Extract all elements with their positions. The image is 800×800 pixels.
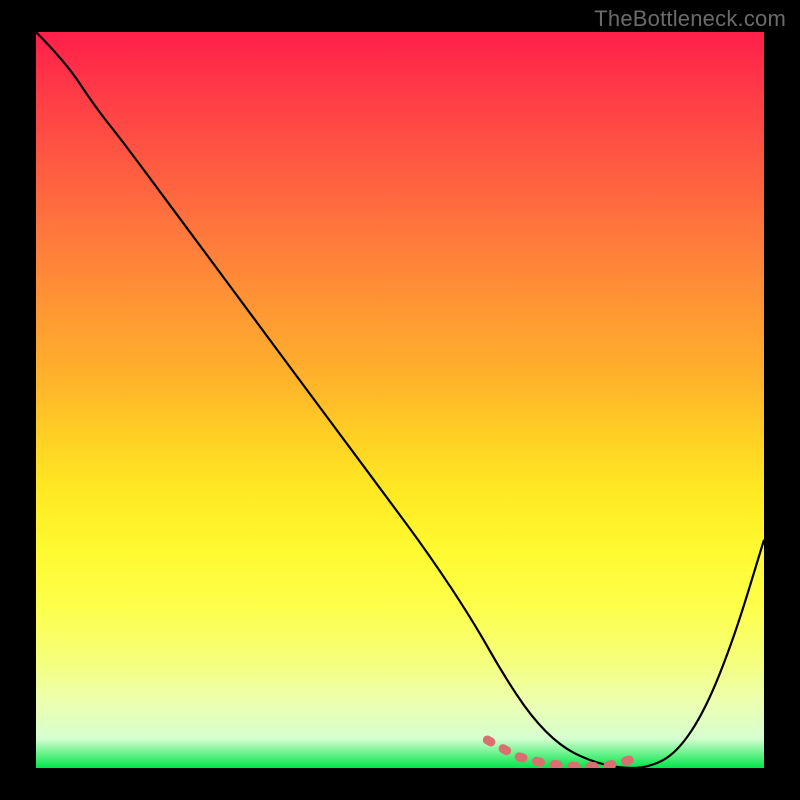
watermark-text: TheBottleneck.com: [594, 6, 786, 32]
chart-plot-area: [36, 32, 764, 768]
chart-svg: [36, 32, 764, 768]
chart-curve: [36, 32, 764, 768]
